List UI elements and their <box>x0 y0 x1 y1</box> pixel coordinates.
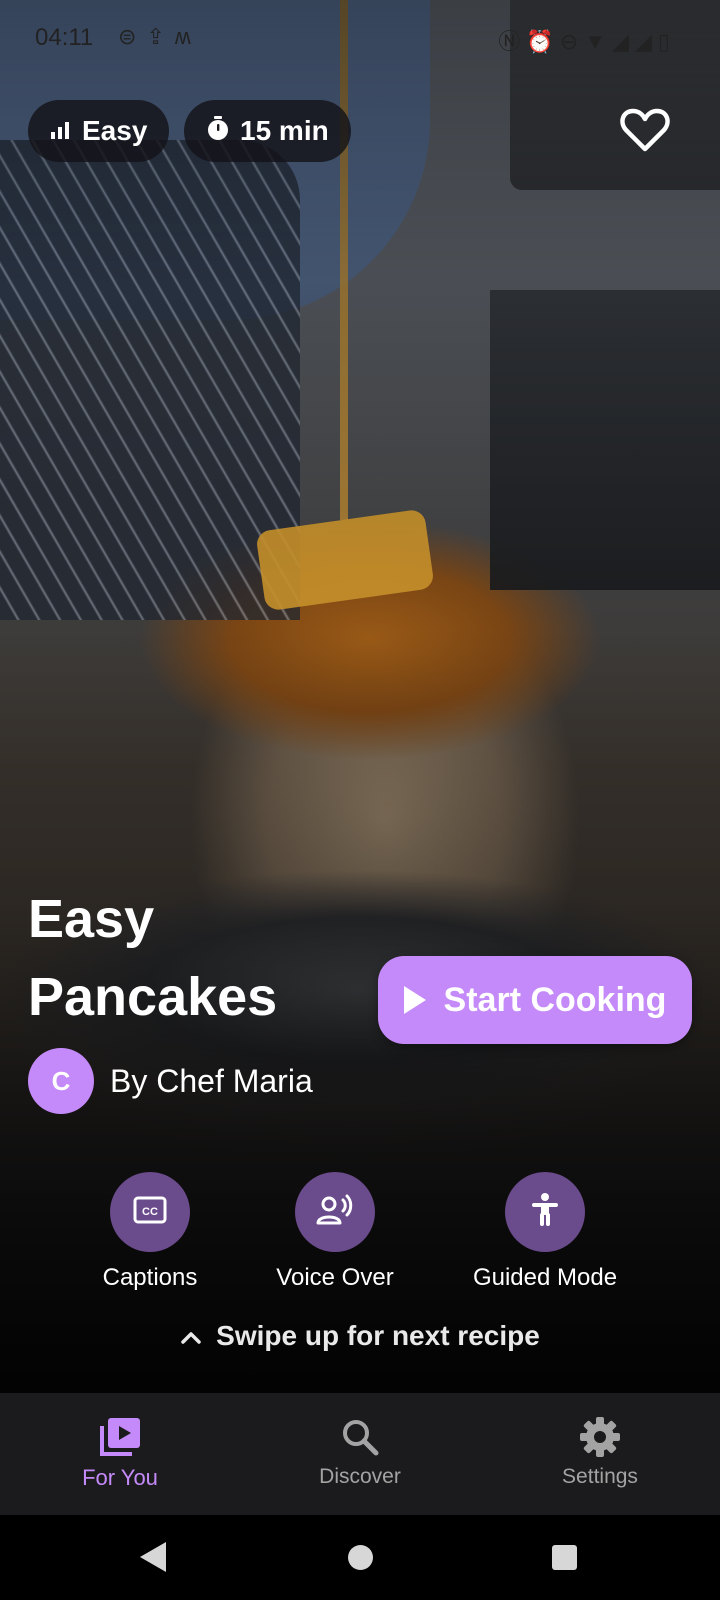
video-library-icon <box>98 1413 142 1461</box>
recent-apps-icon[interactable] <box>552 1545 577 1570</box>
status-system-icons: Ⓝ⏰⊖▼◢◢▯ <box>498 24 676 56</box>
wifi-icon: ▼ <box>584 29 613 54</box>
guided-mode-label: Guided Mode <box>472 1264 618 1291</box>
nav-settings[interactable]: Settings <box>480 1393 720 1515</box>
sync-icon: ⊖ <box>559 29 585 54</box>
upload-icon: ⇪ <box>146 24 175 49</box>
voice-over-button[interactable] <box>295 1172 375 1252</box>
nav-settings-label: Settings <box>562 1465 638 1488</box>
timer-icon <box>206 115 230 148</box>
search-icon <box>340 1413 380 1461</box>
captions-label: Captions <box>102 1264 198 1291</box>
guided-mode-button[interactable] <box>505 1172 585 1252</box>
difficulty-label: Easy <box>82 115 148 146</box>
signal-icon: ◢ <box>612 29 635 54</box>
back-icon[interactable] <box>140 1542 166 1572</box>
captions-button[interactable]: CC <box>110 1172 190 1252</box>
guided-mode-option[interactable]: Guided Mode <box>460 1172 630 1292</box>
author-row[interactable]: C By Chef Maria <box>28 1048 313 1114</box>
signal-icon: ◢ <box>634 29 658 54</box>
gear-icon <box>579 1413 621 1461</box>
bottom-navigation: For You Discover Settings <box>0 1393 720 1515</box>
status-notification-icons: ⊜⇪ʍ <box>118 24 201 50</box>
accessibility-icon <box>530 1192 560 1233</box>
nav-for-you-label: For You <box>82 1465 158 1490</box>
alarm-icon: ⏰ <box>526 29 560 54</box>
chevron-up-icon <box>180 1320 202 1352</box>
status-time: 04:11 <box>35 24 94 51</box>
svg-text:CC: CC <box>142 1206 158 1218</box>
closed-captions-icon: CC <box>133 1196 167 1229</box>
nav-for-you[interactable]: For You <box>0 1393 240 1515</box>
nfc-icon: Ⓝ <box>498 29 527 54</box>
signal-bars-icon <box>50 115 72 147</box>
start-cooking-label: Start Cooking <box>443 980 667 1019</box>
voice-over-icon <box>316 1194 354 1231</box>
favorite-button[interactable] <box>620 108 680 158</box>
cook-time-label: 15 min <box>240 115 329 146</box>
battery-icon: ▯ <box>657 29 676 54</box>
author-name: By Chef Maria <box>110 1062 313 1099</box>
sim-icon: ⊜ <box>118 24 147 49</box>
home-icon[interactable] <box>348 1545 373 1570</box>
recipe-title: Easy Pancakes <box>28 889 278 1027</box>
nav-discover[interactable]: Discover <box>240 1393 480 1515</box>
voice-over-label: Voice Over <box>276 1264 394 1291</box>
difficulty-chip: Easy <box>28 100 170 162</box>
wave-icon: ʍ <box>174 24 201 49</box>
play-icon <box>403 986 426 1014</box>
start-cooking-button[interactable]: Start Cooking <box>378 956 692 1044</box>
cook-time-chip: 15 min <box>184 100 351 162</box>
swipe-hint[interactable]: Swipe up for next recipe <box>0 1320 720 1352</box>
avatar: C <box>28 1048 94 1114</box>
captions-option[interactable]: CC Captions <box>65 1172 235 1292</box>
swipe-hint-label: Swipe up for next recipe <box>216 1320 540 1351</box>
heart-outline-icon <box>620 108 670 156</box>
voice-over-option[interactable]: Voice Over <box>250 1172 420 1292</box>
nav-discover-label: Discover <box>319 1465 401 1488</box>
recipe-feed-screen: 04:11 ⊜⇪ʍ Ⓝ⏰⊖▼◢◢▯ Easy 15 min Easy Panca… <box>0 0 720 1600</box>
status-bar: 04:11 ⊜⇪ʍ Ⓝ⏰⊖▼◢◢▯ <box>0 0 720 72</box>
